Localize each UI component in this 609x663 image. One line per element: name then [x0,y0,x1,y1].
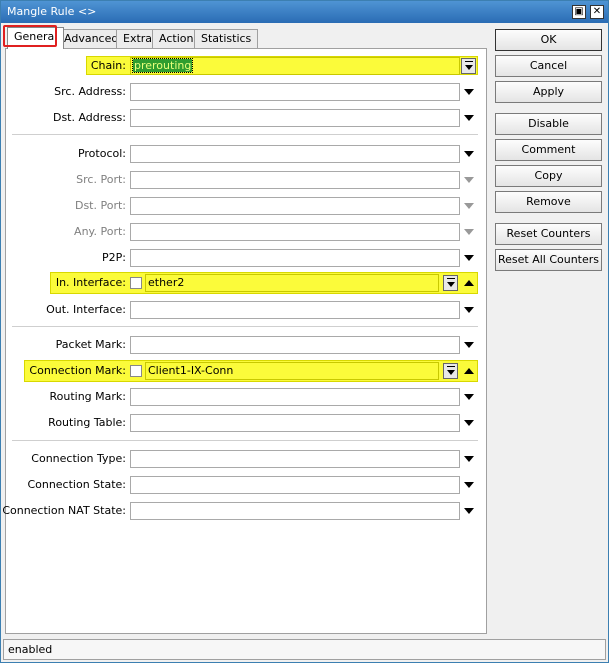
out-interface-label: Out. Interface: [46,303,126,316]
in-interface-row: In. Interface: ether2 [6,273,488,293]
routing-mark-dropdown-icon[interactable] [464,394,474,400]
connection-mark-select[interactable]: Client1-IX-Conn [145,362,439,380]
connection-mark-dropdown-icon[interactable] [443,363,458,379]
connection-state-input[interactable] [130,476,460,494]
routing-table-input[interactable] [130,414,460,432]
in-interface-select[interactable]: ether2 [145,274,439,292]
connection-state-row: Connection State: [6,475,488,495]
in-interface-label: In. Interface: [55,276,126,289]
chain-select[interactable]: prerouting [130,57,460,75]
connection-mark-negate-checkbox[interactable] [130,365,142,377]
packet-mark-input[interactable] [130,336,460,354]
out-interface-row: Out. Interface: [6,300,488,320]
tab-general[interactable]: General [7,27,65,49]
connection-type-label: Connection Type: [31,452,126,465]
src-address-dropdown-icon[interactable] [464,89,474,95]
in-interface-dropdown-icon[interactable] [443,275,458,291]
connection-nat-state-row: Connection NAT State: [2,501,488,521]
routing-mark-input[interactable] [130,388,460,406]
src-port-label: Src. Port: [76,173,126,186]
separator [12,134,478,135]
separator [12,326,478,327]
src-address-label: Src. Address: [54,85,126,98]
p2p-label: P2P: [102,251,126,264]
connection-mark-label: Connection Mark: [29,364,126,377]
in-interface-collapse-icon[interactable] [464,280,474,286]
src-port-input[interactable] [130,171,460,189]
title-bar: Mangle Rule <> ▣ ✕ [1,1,608,23]
packet-mark-row: Packet Mark: [6,335,488,355]
protocol-row: Protocol: [6,144,488,164]
connection-mark-collapse-icon[interactable] [464,368,474,374]
connection-state-label: Connection State: [27,478,126,491]
dst-address-input[interactable] [130,109,460,127]
comment-button[interactable]: Comment [495,139,602,161]
routing-mark-row: Routing Mark: [6,387,488,407]
apply-button[interactable]: Apply [495,81,602,103]
tab-statistics[interactable]: Statistics [194,29,259,49]
protocol-label: Protocol: [77,147,126,160]
connection-type-input[interactable] [130,450,460,468]
dst-address-row: Dst. Address: [6,108,488,128]
dst-port-label: Dst. Port: [74,199,126,212]
connection-type-dropdown-icon[interactable] [464,456,474,462]
any-port-input[interactable] [130,223,460,241]
tab-bar: General Advanced Extra Action Statistics [5,27,485,49]
close-icon[interactable]: ✕ [590,5,604,19]
chain-value: prerouting [131,58,194,73]
routing-table-label: Routing Table: [48,416,126,429]
connection-mark-row: Connection Mark: Client1-IX-Conn [6,361,488,381]
p2p-input[interactable] [130,249,460,267]
connection-nat-state-input[interactable] [130,502,460,520]
any-port-label: Any. Port: [74,225,126,238]
status-text: enabled [8,643,53,656]
connection-type-row: Connection Type: [6,449,488,469]
any-port-row: Any. Port: [6,222,488,242]
in-interface-negate-checkbox[interactable] [130,277,142,289]
dst-address-dropdown-icon[interactable] [464,115,474,121]
routing-table-row: Routing Table: [6,413,488,433]
dst-address-label: Dst. Address: [52,111,126,124]
dst-port-dropdown-icon[interactable] [464,203,474,209]
chain-dropdown-icon[interactable] [461,58,476,74]
routing-mark-label: Routing Mark: [49,390,126,403]
p2p-dropdown-icon[interactable] [464,255,474,261]
out-interface-dropdown-icon[interactable] [464,307,474,313]
disable-button[interactable]: Disable [495,113,602,135]
chain-row: Chain: prerouting [6,56,488,76]
status-bar: enabled [3,639,606,660]
packet-mark-dropdown-icon[interactable] [464,342,474,348]
src-address-input[interactable] [130,83,460,101]
in-interface-value: ether2 [148,276,185,289]
remove-button[interactable]: Remove [495,191,602,213]
protocol-dropdown-icon[interactable] [464,151,474,157]
window-title: Mangle Rule <> [7,5,97,18]
reset-counters-button[interactable]: Reset Counters [495,223,602,245]
src-address-row: Src. Address: [6,82,488,102]
protocol-input[interactable] [130,145,460,163]
out-interface-input[interactable] [130,301,460,319]
src-port-row: Src. Port: [6,170,488,190]
separator [12,440,478,441]
connection-nat-state-dropdown-icon[interactable] [464,508,474,514]
connection-mark-value: Client1-IX-Conn [148,364,234,377]
cancel-button[interactable]: Cancel [495,55,602,77]
dst-port-input[interactable] [130,197,460,215]
copy-button[interactable]: Copy [495,165,602,187]
any-port-dropdown-icon[interactable] [464,229,474,235]
general-panel: Chain: prerouting Src. Address: Dst. Add… [2,48,488,634]
chain-label: Chain: [90,59,126,72]
routing-table-dropdown-icon[interactable] [464,420,474,426]
restore-icon[interactable]: ▣ [572,5,586,19]
ok-button[interactable]: OK [495,29,602,51]
mangle-rule-window: Mangle Rule <> ▣ ✕ General Advanced Extr… [0,0,609,663]
packet-mark-label: Packet Mark: [55,338,126,351]
reset-all-counters-button[interactable]: Reset All Counters [495,249,602,271]
connection-nat-state-label: Connection NAT State: [2,504,126,517]
p2p-row: P2P: [6,248,488,268]
connection-state-dropdown-icon[interactable] [464,482,474,488]
src-port-dropdown-icon[interactable] [464,177,474,183]
dst-port-row: Dst. Port: [6,196,488,216]
